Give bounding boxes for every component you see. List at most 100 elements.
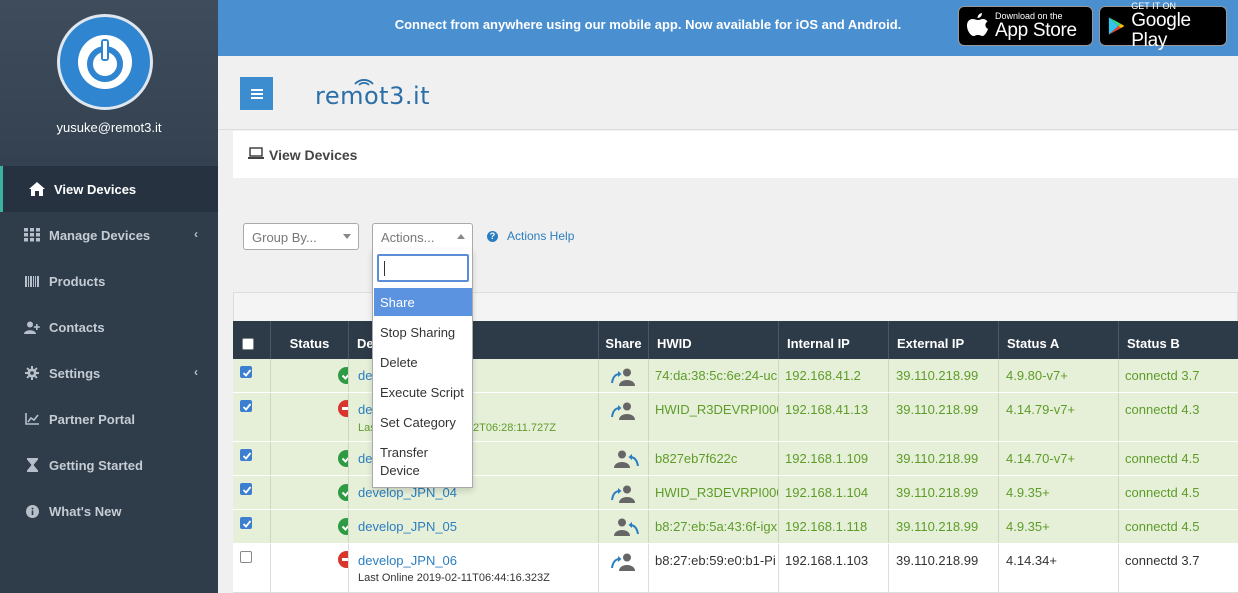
row-checkbox[interactable] bbox=[240, 517, 252, 529]
page-title: View Devices bbox=[269, 147, 358, 163]
sidebar-item-contacts[interactable]: Contacts bbox=[0, 304, 218, 350]
cell-status bbox=[271, 476, 349, 509]
user-plus-icon bbox=[23, 321, 41, 334]
actions-search-input[interactable] bbox=[377, 254, 469, 282]
online-check-icon bbox=[338, 450, 348, 467]
sidebar-item-label: Contacts bbox=[49, 319, 105, 335]
cell-hwid: b8:27:eb:5a:43:6f-igx bbox=[649, 510, 779, 543]
table-row[interactable]: develop_JPN_05 b8:27:eb:5a:43:6f-igx 192… bbox=[233, 510, 1238, 544]
sidebar-item-label: Manage Devices bbox=[49, 227, 151, 243]
header-select-all bbox=[233, 321, 271, 359]
row-checkbox[interactable] bbox=[240, 449, 252, 461]
column-header-internal-ip[interactable]: Internal IP bbox=[779, 321, 889, 359]
sidebar-item-partner-portal[interactable]: Partner Portal bbox=[0, 396, 218, 442]
shared-user-icon[interactable] bbox=[613, 517, 639, 537]
group-by-select[interactable]: Group By... bbox=[243, 223, 359, 250]
cell-internal-ip: 192.168.41.2 bbox=[779, 359, 889, 392]
cell-status-a: 4.9.80-v7+ bbox=[999, 359, 1119, 392]
app-store-big-text: App Store bbox=[995, 20, 1077, 41]
cell-checkbox bbox=[233, 476, 271, 509]
menu-item-execute-script[interactable]: Execute Script bbox=[374, 378, 472, 406]
status-b-value: connectd 4.5 bbox=[1125, 485, 1200, 500]
brand-logo[interactable]: remot3.it bbox=[315, 79, 431, 110]
actions-help-link[interactable]: ? Actions Help bbox=[487, 229, 574, 243]
status-a-value: 4.14.34+ bbox=[1006, 553, 1057, 568]
external-ip-value: 39.110.218.99 bbox=[896, 451, 979, 466]
cell-share bbox=[599, 393, 649, 441]
internal-ip-value: 192.168.1.109 bbox=[785, 451, 869, 466]
actions-select[interactable]: Actions... bbox=[372, 223, 473, 250]
row-checkbox[interactable] bbox=[240, 366, 252, 378]
internal-ip-value: 192.168.41.2 bbox=[785, 368, 861, 383]
menu-item-stop-sharing[interactable]: Stop Sharing bbox=[374, 318, 472, 346]
device-name-link[interactable]: develop_JPN_06 bbox=[358, 553, 457, 568]
app-store-button[interactable]: Download on the App Store bbox=[958, 6, 1093, 46]
device-name-link[interactable]: de bbox=[358, 402, 372, 417]
sidebar-item-label: Products bbox=[49, 273, 106, 289]
cell-external-ip: 39.110.218.99 bbox=[889, 476, 999, 509]
google-play-button[interactable]: GET IT ON Google Play bbox=[1099, 1, 1227, 51]
cell-internal-ip: 192.168.1.109 bbox=[779, 442, 889, 475]
banner-text: Connect from anywhere using our mobile a… bbox=[394, 17, 902, 32]
offline-minus-icon bbox=[338, 551, 348, 568]
brand-text: remot3.it bbox=[315, 82, 431, 110]
cell-status-b: connectd 3.7 bbox=[1119, 359, 1238, 392]
last-online-text: Last Online 2019-02-11T06:44:16.323Z bbox=[358, 572, 550, 584]
app-header: remot3.it bbox=[218, 56, 1238, 130]
column-header-share[interactable]: Share bbox=[599, 321, 649, 359]
share-user-icon[interactable] bbox=[611, 552, 637, 572]
user-email[interactable]: yusuke@remot3.it bbox=[0, 120, 218, 135]
sidebar-item-whats-new[interactable]: What's New bbox=[0, 488, 218, 534]
row-checkbox[interactable] bbox=[240, 400, 252, 412]
share-user-icon[interactable] bbox=[611, 484, 637, 504]
device-name-link[interactable]: de bbox=[358, 451, 372, 466]
cell-external-ip: 39.110.218.99 bbox=[889, 442, 999, 475]
row-checkbox[interactable] bbox=[240, 483, 252, 495]
select-all-checkbox[interactable] bbox=[242, 338, 254, 350]
hamburger-menu-button[interactable] bbox=[240, 77, 273, 110]
column-header-external-ip[interactable]: External IP bbox=[889, 321, 999, 359]
sidebar-item-manage-devices[interactable]: Manage Devices ‹ bbox=[0, 212, 218, 258]
cell-status-a: 4.14.70-v7+ bbox=[999, 442, 1119, 475]
menu-item-share[interactable]: Share bbox=[374, 288, 472, 316]
sidebar-item-label: What's New bbox=[49, 503, 122, 519]
device-name-link[interactable]: develop_JPN_05 bbox=[358, 519, 457, 534]
cell-status bbox=[271, 544, 349, 592]
cell-external-ip: 39.110.218.99 bbox=[889, 393, 999, 441]
menu-item-transfer-device[interactable]: Transfer Device bbox=[374, 438, 472, 486]
sidebar-item-view-devices[interactable]: View Devices bbox=[0, 166, 218, 212]
column-header-status-b[interactable]: Status B bbox=[1119, 321, 1238, 359]
sidebar-item-settings[interactable]: Settings ‹ bbox=[0, 350, 218, 396]
shared-user-icon[interactable] bbox=[613, 449, 639, 469]
share-user-icon[interactable] bbox=[611, 401, 637, 421]
google-play-icon bbox=[1108, 17, 1125, 35]
sidebar-item-products[interactable]: Products bbox=[0, 258, 218, 304]
wifi-icon bbox=[354, 79, 374, 86]
row-checkbox[interactable] bbox=[240, 551, 252, 563]
sidebar-item-getting-started[interactable]: Getting Started bbox=[0, 442, 218, 488]
menu-item-delete[interactable]: Delete bbox=[374, 348, 472, 376]
online-check-icon bbox=[338, 518, 348, 535]
cell-status-b: connectd 4.3 bbox=[1119, 393, 1238, 441]
share-user-icon[interactable] bbox=[611, 367, 637, 387]
table-row[interactable]: develop_JPN_06 Last Online 2019-02-11T06… bbox=[233, 544, 1238, 593]
internal-ip-value: 192.168.1.104 bbox=[785, 485, 869, 500]
actions-placeholder: Actions... bbox=[381, 230, 435, 245]
online-check-icon bbox=[338, 367, 348, 384]
internal-ip-value: 192.168.41.13 bbox=[785, 402, 869, 417]
menu-item-set-category[interactable]: Set Category bbox=[374, 408, 472, 436]
barcode-icon bbox=[23, 275, 41, 287]
status-a-value: 4.14.79-v7+ bbox=[1006, 402, 1076, 417]
last-online-text-right: 2T06:28:11.727Z bbox=[473, 422, 556, 434]
cell-internal-ip: 192.168.1.118 bbox=[779, 510, 889, 543]
external-ip-value: 39.110.218.99 bbox=[896, 553, 979, 568]
hwid-value: HWID_R3DEVRPI000 bbox=[655, 485, 779, 500]
column-header-status-a[interactable]: Status A bbox=[999, 321, 1119, 359]
cell-checkbox bbox=[233, 393, 271, 441]
caret-down-icon bbox=[343, 234, 351, 239]
cell-hwid: b827eb7f622c bbox=[649, 442, 779, 475]
column-header-status[interactable]: Status bbox=[271, 321, 349, 359]
column-header-hwid[interactable]: HWID bbox=[649, 321, 779, 359]
laptop-icon bbox=[248, 147, 264, 159]
cell-checkbox bbox=[233, 544, 271, 592]
